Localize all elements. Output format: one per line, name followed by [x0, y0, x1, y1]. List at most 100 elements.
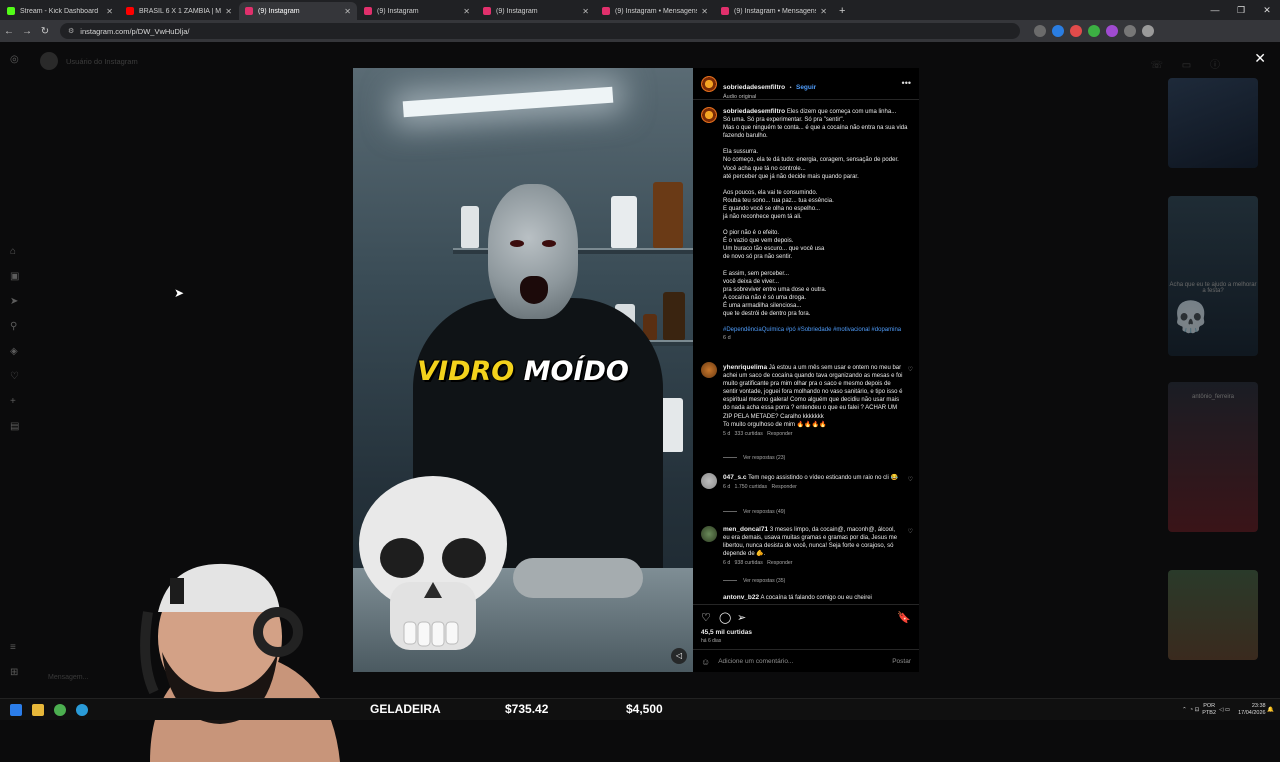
comment-text-extra: To muito orgulhoso de mim 🔥🔥🔥🔥	[723, 421, 827, 428]
post-comment-button[interactable]: Postar	[892, 658, 911, 665]
close-window-button[interactable]: ✕	[1254, 0, 1280, 20]
comment-likes[interactable]: 333 curtidas	[735, 431, 763, 437]
tray-chevron-icon[interactable]: ⌃	[1182, 707, 1187, 713]
comment-text: A cocaína tá falando comigo ou eu cheire…	[760, 595, 872, 601]
close-tab-icon[interactable]: ✕	[701, 7, 708, 16]
likes-count[interactable]: 45,5 mil curtidas	[701, 629, 752, 636]
edge-icon[interactable]	[76, 704, 88, 716]
close-tab-icon[interactable]: ✕	[344, 7, 351, 16]
view-replies[interactable]: Ver respostas (35)	[723, 578, 785, 584]
caption-line: Mas o que ninguém te conta... é que a co…	[723, 125, 908, 140]
extension-icon[interactable]	[1034, 25, 1046, 37]
reply-button[interactable]: Responder	[767, 560, 792, 566]
background-thumbnail: antônio_ferreira	[1168, 382, 1258, 532]
comment-likes[interactable]: 938 curtidas	[735, 560, 763, 566]
close-tab-icon[interactable]: ✕	[463, 7, 470, 16]
reload-icon[interactable]: ↻	[36, 26, 54, 37]
avatar[interactable]	[701, 76, 717, 92]
url-field[interactable]: ⚙ instagram.com/p/DW_VwHuDlja/	[60, 23, 1020, 39]
close-tab-icon[interactable]: ✕	[582, 7, 589, 16]
caption-line: É uma armadilha silenciosa...	[723, 302, 802, 309]
view-replies[interactable]: Ver respostas (23)	[723, 455, 785, 461]
notifications-icon[interactable]: 🔔	[1267, 707, 1274, 713]
close-tab-icon[interactable]: ✕	[820, 7, 827, 16]
site-info-icon[interactable]: ⚙	[68, 27, 74, 35]
post-username[interactable]: sobriedadesemfiltro	[723, 84, 785, 91]
start-icon[interactable]	[10, 704, 22, 716]
avatar[interactable]	[701, 107, 717, 123]
comment-icon[interactable]: ◯	[719, 611, 731, 624]
share-icon[interactable]: ➢	[737, 611, 746, 624]
avatar[interactable]	[701, 473, 717, 489]
mute-icon[interactable]: ◁	[671, 648, 687, 664]
save-bookmark-icon[interactable]: 🔖	[897, 611, 911, 624]
close-tab-icon[interactable]: ✕	[106, 7, 113, 16]
overlay-ticker: GELADEIRA	[370, 702, 441, 716]
comment-username[interactable]: 047_s.c	[723, 474, 747, 481]
emoji-icon[interactable]: ☺	[701, 657, 710, 667]
more-options-icon[interactable]: •••	[902, 78, 911, 88]
dashboard-icon[interactable]: ▤	[10, 421, 19, 432]
extension-icon[interactable]	[1052, 25, 1064, 37]
network-icon[interactable]: ⊡	[1195, 707, 1200, 713]
extension-icon[interactable]	[1088, 25, 1100, 37]
forward-icon[interactable]: →	[18, 26, 36, 37]
instagram-logo-icon[interactable]: ◎	[10, 54, 19, 65]
add-comment-input[interactable]: Adicione um comentário...	[718, 658, 793, 665]
browser-tab[interactable]: BRASIL 6 X 1 ZÂMBIA | MELHO✕	[120, 2, 238, 20]
comment-likes[interactable]: 1.750 curtidas	[735, 484, 768, 490]
video-caption-text: VIDRO MOÍDO	[353, 356, 693, 387]
reel-video[interactable]: VIDRO MOÍDO ◁	[353, 68, 693, 672]
browser-tab[interactable]: (9) Instagram • Mensagens ✕	[596, 2, 714, 20]
more-icon[interactable]: ⊞	[10, 667, 18, 678]
extension-icon[interactable]	[1070, 25, 1082, 37]
tab-title: (9) Instagram	[377, 7, 419, 15]
comment-username[interactable]: men_doncal71	[723, 526, 768, 533]
language-indicator[interactable]: POR PTB2	[1202, 703, 1216, 717]
explore-icon[interactable]: ◈	[10, 346, 18, 357]
extension-icon[interactable]	[1106, 25, 1118, 37]
chrome-icon[interactable]	[54, 704, 66, 716]
reply-button[interactable]: Responder	[771, 484, 796, 490]
clock[interactable]: 23:38 17/04/2026	[1238, 703, 1266, 717]
comment-username[interactable]: yhenriquelima	[723, 364, 767, 371]
close-tab-icon[interactable]: ✕	[225, 7, 232, 16]
volume-icon[interactable]: ◁	[1219, 707, 1223, 713]
browser-tab[interactable]: (9) Instagram ✕	[239, 2, 357, 20]
browser-tab[interactable]: (9) Instagram • Mensagens ✕	[715, 2, 833, 20]
home-icon[interactable]: ⌂	[10, 246, 16, 257]
browser-tab[interactable]: (9) Instagram ✕	[477, 2, 595, 20]
avatar[interactable]	[701, 526, 717, 542]
audio-label[interactable]: Áudio original	[723, 94, 816, 100]
like-comment-icon[interactable]: ♡	[908, 476, 913, 483]
like-comment-icon[interactable]: ♡	[908, 528, 913, 535]
menu-icon[interactable]: ≡	[10, 642, 16, 653]
browser-tab[interactable]: Stream - Kick Dashboard ✕	[1, 2, 119, 20]
new-tab-button[interactable]: +	[839, 2, 845, 20]
maximize-button[interactable]: ❐	[1228, 0, 1254, 20]
create-icon[interactable]: +	[10, 396, 16, 407]
follow-button[interactable]: Seguir	[796, 84, 816, 91]
reels-icon[interactable]: ▣	[10, 271, 19, 282]
wifi-icon[interactable]: ◔	[1190, 707, 1193, 713]
back-icon[interactable]: ←	[0, 26, 18, 37]
avatar[interactable]	[701, 362, 717, 378]
search-icon[interactable]: ⚲	[10, 321, 17, 332]
caption-username[interactable]: sobriedadesemfiltro	[723, 108, 785, 115]
hashtags[interactable]: #DependênciaQuímica #pó #Sobriedade #mot…	[723, 326, 908, 334]
minimize-button[interactable]: —	[1202, 0, 1228, 20]
profile-avatar[interactable]	[1142, 25, 1154, 37]
browser-tab[interactable]: (9) Instagram ✕	[358, 2, 476, 20]
extension-icon[interactable]	[1124, 25, 1136, 37]
reply-button[interactable]: Responder	[767, 431, 792, 437]
like-comment-icon[interactable]: ♡	[908, 366, 913, 373]
messages-icon[interactable]: ➤	[10, 296, 18, 307]
view-replies[interactable]: Ver respostas (49)	[723, 509, 785, 515]
like-icon[interactable]: ♡	[701, 611, 711, 624]
battery-icon[interactable]: ▭	[1225, 707, 1230, 713]
comment-username[interactable]: antonv_b22	[723, 594, 759, 601]
close-post-icon[interactable]: ✕	[1254, 50, 1266, 67]
notifications-icon[interactable]: ♡	[10, 371, 19, 382]
file-explorer-icon[interactable]	[32, 704, 44, 716]
comment-text: Já estou a um mês sem usar e ontem no me…	[723, 365, 903, 420]
